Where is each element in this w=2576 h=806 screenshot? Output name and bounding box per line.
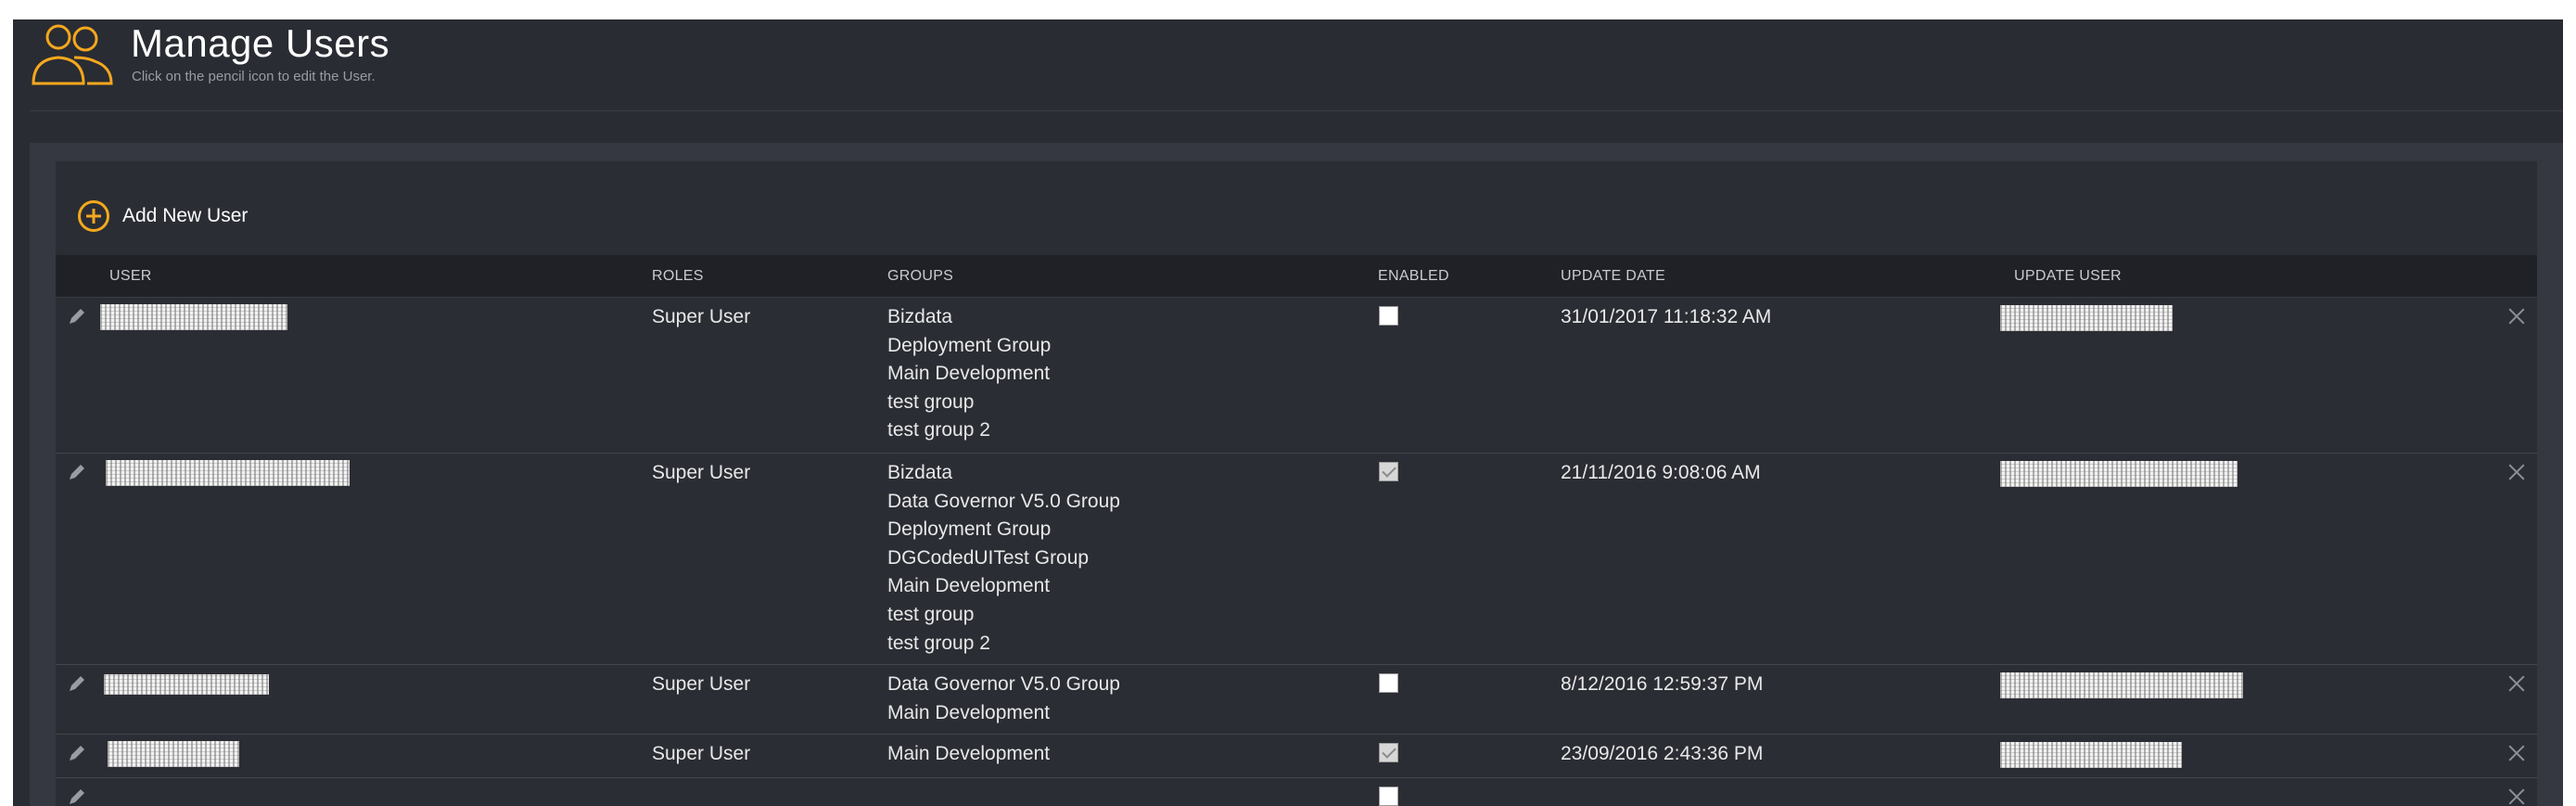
delete-user-icon[interactable] xyxy=(2506,743,2527,763)
role-cell: Super User xyxy=(652,306,751,327)
redacted-user-name[interactable] xyxy=(104,674,269,695)
page-subtitle: Click on the pencil icon to edit the Use… xyxy=(132,69,376,84)
enabled-checkbox[interactable] xyxy=(1379,673,1398,693)
group-item: DGCodedUITest Group xyxy=(887,546,1090,569)
group-item: test group 2 xyxy=(887,632,990,654)
group-item: Main Development xyxy=(887,743,1051,764)
redacted-update-user xyxy=(2000,742,2182,768)
page-title: Manage Users xyxy=(131,21,390,65)
column-header-user[interactable]: USER xyxy=(109,268,152,285)
column-header-enabled[interactable]: ENABLED xyxy=(1378,268,1449,285)
group-item: test group 2 xyxy=(887,419,990,441)
redacted-update-user xyxy=(2000,461,2238,487)
group-item: Deployment Group xyxy=(887,334,1052,356)
column-header-update-date[interactable]: UPDATE DATE xyxy=(1561,268,1665,285)
redacted-user-name[interactable] xyxy=(100,304,287,330)
groups-cell: Bizdata Data Governor V5.0 Group Deploym… xyxy=(887,459,1120,658)
redacted-user-name[interactable] xyxy=(106,460,350,486)
redacted-update-user xyxy=(2000,305,2173,331)
delete-user-icon[interactable] xyxy=(2506,306,2527,326)
group-item: Main Development xyxy=(887,363,1051,385)
group-item: test group xyxy=(887,603,975,625)
table-row: Super User Bizdata Deployment Group Main… xyxy=(56,298,2537,454)
pencil-icon[interactable] xyxy=(67,787,87,806)
users-icon xyxy=(32,24,113,85)
groups-cell: Data Governor V5.0 Group Main Developmen… xyxy=(887,671,1120,727)
role-cell: Super User xyxy=(652,462,751,483)
group-item: Data Governor V5.0 Group xyxy=(887,673,1120,695)
groups-cell: Main Development xyxy=(887,740,1050,769)
add-new-user-button[interactable]: Add New User xyxy=(78,200,248,232)
redacted-user-name[interactable] xyxy=(108,741,239,767)
update-date-cell: 8/12/2016 12:59:37 PM xyxy=(1561,673,1764,695)
column-header-update-user[interactable]: UPDATE USER xyxy=(2014,268,2122,285)
header-divider xyxy=(30,110,2563,111)
update-date-cell: 31/01/2017 11:18:32 AM xyxy=(1561,306,1772,327)
update-date-cell: 21/11/2016 9:08:06 AM xyxy=(1561,462,1761,483)
redacted-update-user xyxy=(2000,672,2243,698)
enabled-checkbox[interactable] xyxy=(1379,306,1398,326)
delete-user-icon[interactable] xyxy=(2506,673,2527,694)
enabled-checkbox[interactable] xyxy=(1379,743,1398,762)
add-new-user-label: Add New User xyxy=(122,205,249,226)
table-header: USER ROLES GROUPS ENABLED UPDATE DATE UP… xyxy=(56,255,2537,298)
users-panel: Add New User USER ROLES GROUPS ENABLED U… xyxy=(30,143,2563,806)
table-row xyxy=(56,778,2537,806)
group-item: Bizdata xyxy=(887,462,953,483)
add-circle-icon xyxy=(78,200,109,232)
pencil-icon[interactable] xyxy=(67,306,87,326)
pencil-icon[interactable] xyxy=(67,673,87,694)
table-row: Super User Data Governor V5.0 Group Main… xyxy=(56,665,2537,735)
role-cell: Super User xyxy=(652,743,751,764)
group-item: Main Development xyxy=(887,701,1051,723)
manage-users-window: Manage Users Click on the pencil icon to… xyxy=(13,19,2563,806)
column-header-roles[interactable]: ROLES xyxy=(652,268,704,285)
group-item: Main Development xyxy=(887,575,1051,597)
enabled-checkbox[interactable] xyxy=(1379,787,1398,806)
column-header-groups[interactable]: GROUPS xyxy=(887,268,953,285)
enabled-checkbox[interactable] xyxy=(1379,462,1398,481)
table-row: Super User Bizdata Data Governor V5.0 Gr… xyxy=(56,454,2537,665)
group-item: Data Governor V5.0 Group xyxy=(887,490,1120,512)
table-row: Super User Main Development 23/09/2016 2… xyxy=(56,735,2537,778)
groups-cell: Bizdata Deployment Group Main Developmen… xyxy=(887,303,1051,445)
delete-user-icon[interactable] xyxy=(2506,787,2527,806)
group-item: test group xyxy=(887,390,975,413)
group-item: Bizdata xyxy=(887,306,953,327)
pencil-icon[interactable] xyxy=(67,462,87,482)
pencil-icon[interactable] xyxy=(67,743,87,763)
page-header: Manage Users Click on the pencil icon to… xyxy=(13,19,2563,110)
update-date-cell: 23/09/2016 2:43:36 PM xyxy=(1561,743,1764,764)
users-table-container: Add New User USER ROLES GROUPS ENABLED U… xyxy=(56,161,2537,806)
delete-user-icon[interactable] xyxy=(2506,462,2527,482)
group-item: Deployment Group xyxy=(887,518,1052,541)
role-cell: Super User xyxy=(652,673,751,695)
